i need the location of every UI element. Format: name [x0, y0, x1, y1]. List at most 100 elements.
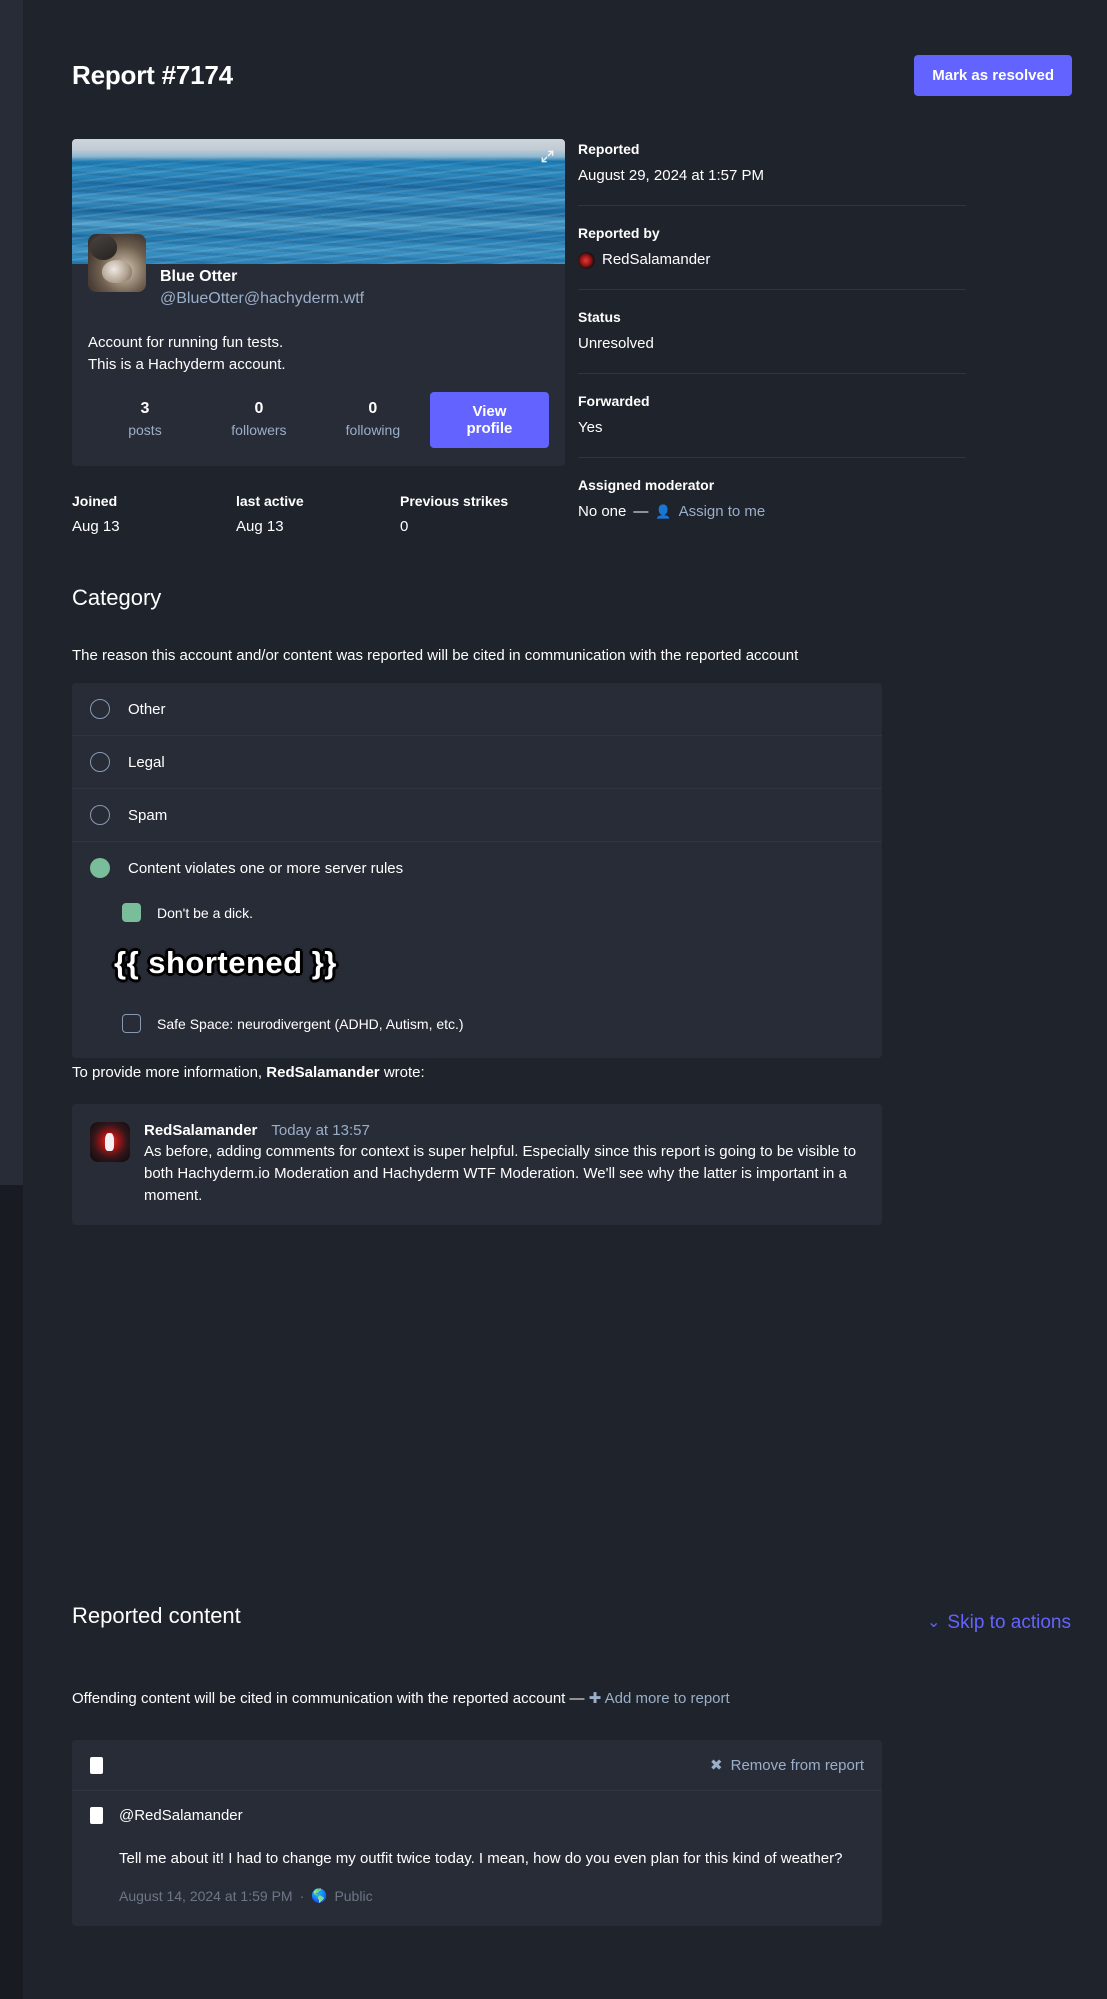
category-options-list: Other Legal Spam Content violates one or…: [72, 683, 882, 1058]
report-meta-column: Reported August 29, 2024 at 1:57 PM Repo…: [565, 139, 1072, 541]
checkbox-icon-select-all[interactable]: [90, 1756, 103, 1774]
account-stats-row: 3 posts 0 followers 0 following View pro…: [72, 376, 565, 466]
meta-previous-strikes-label: Previous strikes: [400, 492, 509, 509]
radio-icon-legal[interactable]: [90, 752, 110, 772]
checkbox-icon-rule-1-checked[interactable]: [122, 903, 141, 922]
chevron-double-down-icon: ⌄: [927, 1614, 941, 1631]
report-meta-status: Status Unresolved: [578, 289, 966, 373]
stat-posts-label: posts: [128, 422, 162, 439]
server-rule-item-2[interactable]: Safe Space: neurodivergent (ADHD, Autism…: [72, 1003, 882, 1058]
server-rule-item-1-row[interactable]: Don't be a dick.: [122, 898, 882, 927]
server-rule-item-1-label: Don't be a dick.: [157, 904, 254, 921]
page-header: Report #7174 Mark as resolved: [72, 54, 1072, 96]
category-option-other[interactable]: Other: [72, 683, 882, 735]
reported-post-text: Tell me about it! I had to change my out…: [119, 1850, 843, 1867]
category-option-legal-label: Legal: [128, 753, 165, 771]
report-meta-reported-by-value: RedSalamander: [602, 251, 711, 268]
meta-last-active-label: last active: [236, 492, 304, 509]
comment-intro-author: RedSalamander: [266, 1064, 380, 1081]
radio-icon-other[interactable]: [90, 699, 110, 719]
report-meta-list: Reported August 29, 2024 at 1:57 PM Repo…: [578, 139, 966, 541]
content-inner: Report #7174 Mark as resolved Blue Otter…: [36, 0, 1107, 1999]
comment-head: RedSalamander Today at 13:57: [144, 1122, 864, 1139]
remove-from-report-link[interactable]: ✖ Remove from report: [710, 1756, 864, 1775]
report-meta-reported-by-value-row: RedSalamander: [578, 248, 966, 272]
add-more-to-report-link[interactable]: ✚ Add more to report: [589, 1690, 730, 1707]
account-meta-row: Joined Aug 13 last active Aug 13 Previou…: [72, 491, 565, 539]
report-meta-forwarded-value: Yes: [578, 419, 603, 436]
reported-post-handle: @RedSalamander: [119, 1807, 243, 1824]
meta-joined-label: Joined: [72, 492, 118, 509]
category-option-server-rules[interactable]: Content violates one or more server rule…: [72, 841, 882, 1058]
report-meta-assigned-value-row: No one — 👤 Assign to me: [578, 500, 966, 524]
report-meta-assigned-label: Assigned moderator: [578, 477, 715, 493]
comment-intro-suffix: wrote:: [383, 1064, 425, 1081]
account-handle: @BlueOtter@hachyderm.wtf: [160, 289, 365, 307]
reported-content-description: Offending content will be cited in commu…: [72, 1690, 585, 1707]
reported-post-meta: August 14, 2024 at 1:59 PM · 🌎 Public: [90, 1888, 864, 1904]
stat-posts-value: 3: [140, 399, 150, 417]
content-pane: Report #7174 Mark as resolved Blue Otter…: [23, 0, 1107, 1999]
reported-content-toolbar: ✖ Remove from report: [72, 1740, 882, 1790]
page-title: Report #7174: [72, 59, 233, 90]
status-badge: Unresolved: [578, 335, 654, 352]
reported-content-description-row: Offending content will be cited in commu…: [72, 1688, 972, 1711]
mark-as-resolved-button[interactable]: Mark as resolved: [914, 54, 1072, 96]
moderator-comment: RedSalamander Today at 13:57 As before, …: [72, 1104, 882, 1226]
server-rule-item-2-label: Safe Space: neurodivergent (ADHD, Autism…: [157, 1015, 464, 1032]
radio-icon-server-rules-selected[interactable]: [90, 858, 110, 878]
stat-following-label: following: [345, 422, 401, 439]
comment-author: RedSalamander: [144, 1122, 258, 1139]
meta-previous-strikes: Previous strikes 0: [400, 491, 564, 539]
shortened-marker: {{ shortened }}: [114, 945, 337, 980]
stat-followers-value: 0: [254, 399, 264, 417]
assigned-moderator-value: No one: [578, 503, 627, 520]
report-meta-reported-value: August 29, 2024 at 1:57 PM: [578, 167, 764, 184]
category-heading: Category: [72, 585, 162, 610]
comment-avatar: [90, 1122, 130, 1162]
report-meta-reported: Reported August 29, 2024 at 1:57 PM: [578, 139, 966, 205]
reported-content-heading: Reported content: [72, 1603, 241, 1628]
stat-posts: 3 posts: [88, 398, 202, 441]
account-name-block: Blue Otter @BlueOtter@hachyderm.wtf: [160, 264, 364, 310]
account-display-name: Blue Otter: [160, 268, 238, 285]
meta-last-active: last active Aug 13: [236, 491, 400, 539]
account-bio-line-1: Account for running fun tests.: [88, 334, 284, 351]
skip-to-actions-link[interactable]: ⌄ Skip to actions: [927, 1612, 1071, 1634]
view-profile-button[interactable]: View profile: [429, 391, 550, 448]
comment-text: As before, adding comments for context i…: [144, 1143, 857, 1205]
report-meta-reported-label: Reported: [578, 141, 640, 157]
report-meta-status-label: Status: [578, 309, 621, 325]
server-rule-item-1[interactable]: Don't be a dick.: [72, 882, 882, 927]
report-meta-reported-by-label: Reported by: [578, 225, 660, 241]
stat-followers: 0 followers: [202, 398, 316, 441]
close-icon: ✖: [710, 1757, 723, 1774]
comment-timestamp: Today at 13:57: [271, 1122, 370, 1139]
assign-to-me-link[interactable]: Assign to me: [679, 500, 766, 524]
report-summary-grid: Blue Otter @BlueOtter@hachyderm.wtf Acco…: [72, 139, 1072, 541]
reported-post-head: @RedSalamander: [90, 1807, 864, 1824]
account-identity-row: Blue Otter @BlueOtter@hachyderm.wtf: [72, 234, 565, 326]
category-description: The reason this account and/or content w…: [72, 647, 799, 664]
report-meta-forwarded-label: Forwarded: [578, 393, 650, 409]
reporter-avatar: [578, 251, 595, 269]
report-meta-reported-by: Reported by RedSalamander: [578, 205, 966, 289]
checkbox-icon-rule-2[interactable]: [122, 1014, 141, 1033]
reported-post-timestamp: August 14, 2024 at 1:59 PM: [119, 1887, 293, 1904]
radio-icon-spam[interactable]: [90, 805, 110, 825]
reported-post: @RedSalamander Tell me about it! I had t…: [72, 1790, 882, 1926]
report-meta-forwarded: Forwarded Yes: [578, 373, 966, 457]
comment-intro-line: To provide more information, RedSalamand…: [72, 1064, 425, 1081]
checkbox-icon-select-post[interactable]: [90, 1807, 103, 1824]
category-option-spam[interactable]: Spam: [72, 788, 882, 841]
category-option-server-rules-head[interactable]: Content violates one or more server rule…: [72, 842, 882, 882]
server-rule-item-2-row[interactable]: Safe Space: neurodivergent (ADHD, Autism…: [122, 1009, 882, 1038]
category-option-legal[interactable]: Legal: [72, 735, 882, 788]
app-root: Report #7174 Mark as resolved Blue Otter…: [0, 0, 1107, 1999]
comment-body: RedSalamander Today at 13:57 As before, …: [144, 1122, 864, 1207]
left-rail-notch: [0, 1185, 23, 1999]
meta-last-active-value: Aug 13: [236, 517, 284, 535]
account-column: Blue Otter @BlueOtter@hachyderm.wtf Acco…: [72, 139, 565, 541]
person-icon: 👤: [655, 503, 672, 519]
expand-icon[interactable]: [540, 149, 555, 164]
